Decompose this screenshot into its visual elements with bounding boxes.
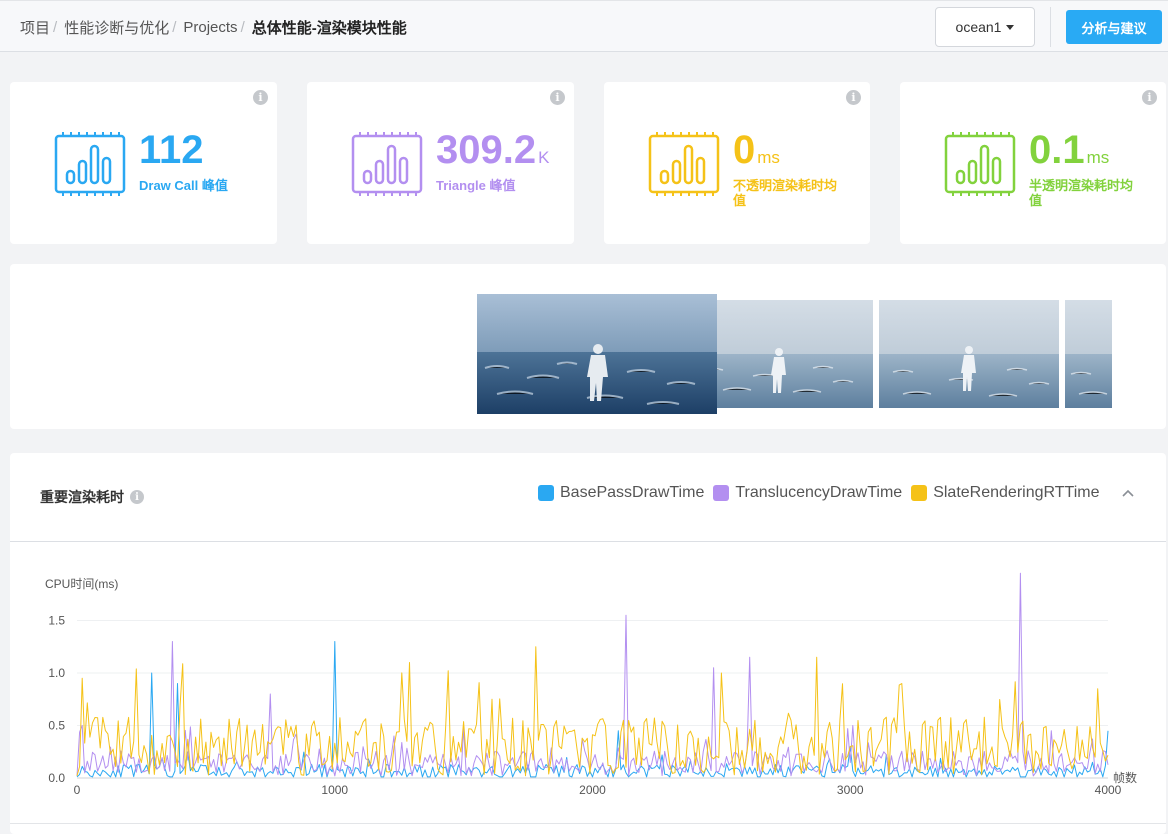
stat-value: 0 ms <box>733 128 780 180</box>
chip-chart-icon <box>351 132 423 196</box>
legend-swatch <box>713 485 730 501</box>
chart-panel-title-text: 重要渲染耗时 <box>40 489 124 505</box>
stat-unit: K <box>538 148 550 167</box>
chart-legend: BasePassDrawTime TranslucencyDrawTime Sl… <box>538 484 1109 502</box>
line-chart: CPU时间(ms) 帧数 0.00.51.01.50 1000 2000 3000 40… <box>45 572 1137 797</box>
stat-card-opaque-render: i 0 ms 不透明渲染耗时均值 <box>604 82 870 244</box>
stat-label: Triangle 峰值 <box>436 178 516 193</box>
chip-chart-icon <box>648 132 720 196</box>
breadcrumb-item-perf-diagnosis[interactable]: 性能诊断与优化 <box>64 17 169 38</box>
x-tick-label: 4000 <box>1095 783 1122 797</box>
x-tick-label: 1000 <box>321 783 348 797</box>
stat-unit: ms <box>1086 148 1110 167</box>
top-bar: 项目 / 性能诊断与优化 / Projects / 总体性能-渲染模块性能 ocean… <box>0 0 1168 52</box>
stat-unit: ms <box>757 148 780 167</box>
legend-item-slate[interactable]: SlateRenderingRTTime <box>911 484 1100 502</box>
frame-thumbnail-1[interactable] <box>477 294 717 414</box>
scene-select-dropdown[interactable]: ocean1 <box>935 7 1035 47</box>
legend-label: BasePassDrawTime <box>560 484 705 501</box>
stat-card-translucent-render: i 0.1 ms 半透明渲染耗时均值 <box>900 82 1166 244</box>
header-divider <box>1050 7 1051 47</box>
legend-swatch <box>911 485 928 501</box>
legend-item-translucency[interactable]: TranslucencyDrawTime <box>713 484 902 502</box>
series-line-BasePassDrawTime <box>76 641 1109 778</box>
stat-number: 309.2 <box>436 128 537 172</box>
stat-number: 112 <box>139 128 204 172</box>
breadcrumb-separator: / <box>53 19 58 36</box>
legend-label: TranslucencyDrawTime <box>735 484 903 501</box>
chart-panel-title: 重要渲染耗时 i <box>40 487 144 507</box>
series-line-SlateRenderingRTTime <box>76 646 1109 777</box>
stat-value: 0.1 ms <box>1029 128 1109 180</box>
stat-card-triangle: i 309.2 K Triangle 峰值 <box>307 82 574 244</box>
breadcrumb-separator: / <box>172 19 177 36</box>
legend-swatch <box>538 485 554 501</box>
chevron-up-icon[interactable] <box>1118 483 1138 503</box>
stat-number: 0 <box>733 128 756 172</box>
stat-value: 309.2 K <box>436 128 549 180</box>
frame-thumbnail-3[interactable] <box>879 300 1059 408</box>
analysis-suggestions-button[interactable]: 分析与建议 <box>1066 10 1162 44</box>
info-icon[interactable]: i <box>253 90 268 105</box>
breadcrumb: 项目 / 性能诊断与优化 / Projects / 总体性能-渲染模块性能 <box>20 17 407 38</box>
page-title: 总体性能-渲染模块性能 <box>251 20 407 37</box>
legend-item-basepass[interactable]: BasePassDrawTime <box>538 484 704 502</box>
stat-label: 半透明渲染耗时均值 <box>1029 178 1134 208</box>
legend-label: SlateRenderingRTTime <box>933 484 1100 501</box>
x-tick-label: 3000 <box>837 783 864 797</box>
panel-bottom-divider <box>10 823 1166 824</box>
chevron-down-icon <box>1006 24 1015 30</box>
stat-card-draw-call: i 112 Draw Call 峰值 <box>10 82 277 244</box>
x-tick-label: 2000 <box>579 783 606 797</box>
y-axis-label: CPU时间(ms) <box>45 577 118 591</box>
y-tick-label: 0.5 <box>48 719 65 733</box>
y-tick-label: 0.0 <box>48 771 65 785</box>
frame-thumbnail-4[interactable] <box>1065 300 1112 408</box>
info-icon[interactable]: i <box>846 90 861 105</box>
scene-select-value: ocean1 <box>955 19 1002 35</box>
chip-chart-icon <box>944 132 1016 196</box>
breadcrumb-item-projects-root[interactable]: 项目 <box>20 17 50 38</box>
frame-thumbnail-2[interactable] <box>693 300 873 408</box>
stat-value: 112 <box>139 128 206 180</box>
x-tick-label: 0 <box>74 783 81 797</box>
info-icon[interactable]: i <box>1142 90 1157 105</box>
breadcrumb-separator: / <box>240 19 245 36</box>
y-tick-label: 1.0 <box>48 666 65 680</box>
chip-chart-icon <box>54 132 126 196</box>
render-time-chart-panel: 重要渲染耗时 i BasePassDrawTime TranslucencyDr… <box>10 453 1166 834</box>
info-icon[interactable]: i <box>550 90 565 105</box>
frame-screenshot-gallery <box>10 264 1166 429</box>
stat-number: 0.1 <box>1029 128 1085 172</box>
stat-label: Draw Call 峰值 <box>139 178 228 193</box>
breadcrumb-item-projects[interactable]: Projects <box>183 19 237 36</box>
y-tick-label: 1.5 <box>48 614 65 628</box>
info-icon[interactable]: i <box>130 490 144 504</box>
stat-label: 不透明渲染耗时均值 <box>733 178 838 208</box>
